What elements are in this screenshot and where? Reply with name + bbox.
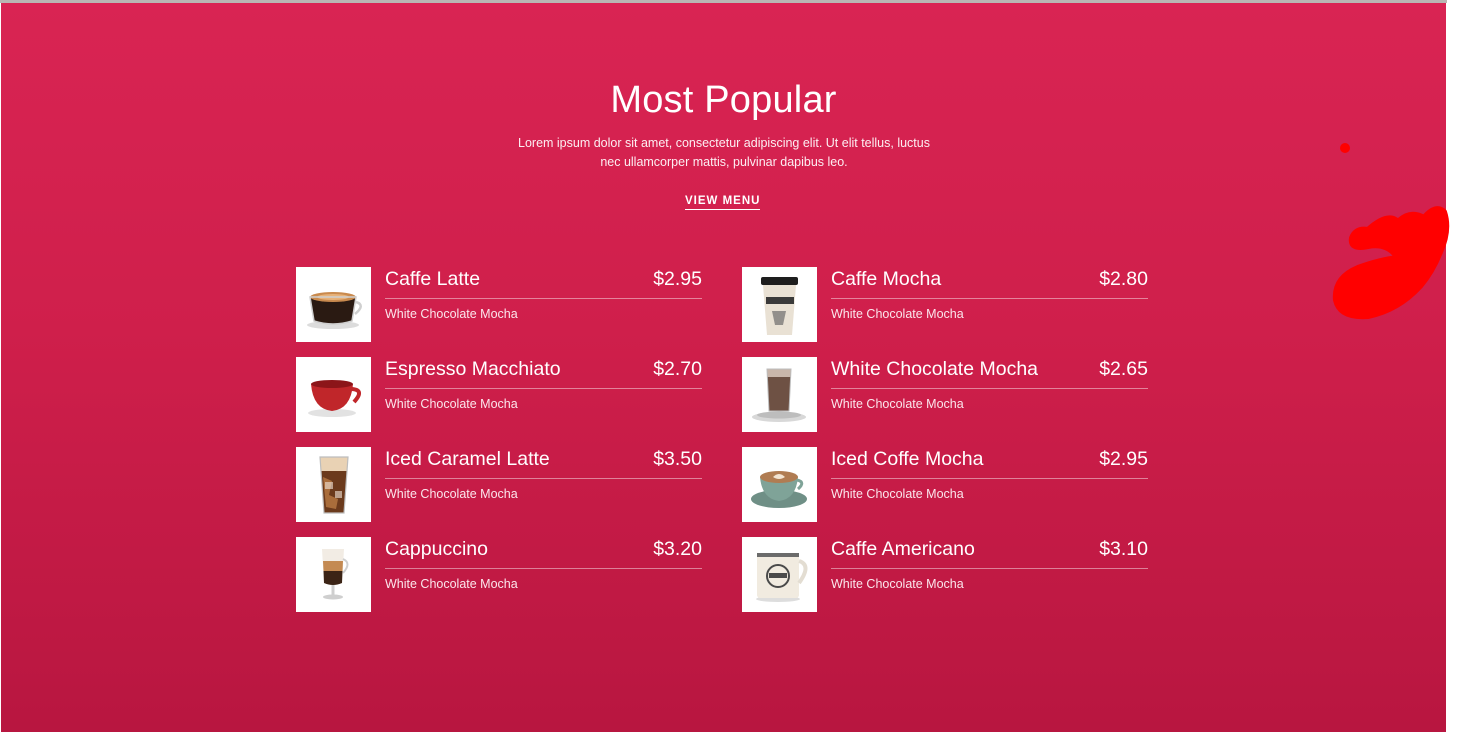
item-divider (831, 298, 1148, 299)
description-line-1: Lorem ipsum dolor sit amet, consectetur … (518, 136, 930, 150)
item-price: $2.95 (653, 268, 702, 290)
menu-item-caffe-latte[interactable]: Caffe Latte $2.95 White Chocolate Mocha (296, 267, 702, 342)
item-subtitle: White Chocolate Mocha (385, 397, 518, 411)
item-name: Caffe Mocha (831, 268, 942, 290)
view-menu-link[interactable]: VIEW MENU (685, 195, 761, 210)
item-name: Caffe Americano (831, 538, 975, 560)
menu-item-iced-caramel-latte[interactable]: Iced Caramel Latte $3.50 White Chocolate… (296, 447, 702, 522)
section-description: Lorem ipsum dolor sit amet, consectetur … (511, 134, 937, 172)
item-subtitle: White Chocolate Mocha (385, 307, 518, 321)
menu-item-cappuccino[interactable]: Cappuccino $3.20 White Chocolate Mocha (296, 537, 702, 612)
red-cup-icon (296, 357, 371, 432)
item-name: White Chocolate Mocha (831, 358, 1039, 380)
item-name: Caffe Latte (385, 268, 481, 290)
menu-item-caffe-americano[interactable]: Caffe Americano $3.10 White Chocolate Mo… (742, 537, 1148, 612)
section-title: Most Popular (610, 79, 837, 121)
item-subtitle: White Chocolate Mocha (831, 577, 964, 591)
glass-on-saucer-icon (742, 357, 817, 432)
item-price: $2.70 (653, 358, 702, 380)
iced-glass-icon (296, 447, 371, 522)
item-price: $2.80 (1099, 268, 1148, 290)
item-subtitle: White Chocolate Mocha (385, 487, 518, 501)
enamel-mug-icon (742, 537, 817, 612)
item-price: $2.65 (1099, 358, 1148, 380)
menu-item-espresso-macchiato[interactable]: Espresso Macchiato $2.70 White Chocolate… (296, 357, 702, 432)
item-subtitle: White Chocolate Mocha (831, 487, 964, 501)
item-divider (385, 478, 702, 479)
item-price: $3.50 (653, 448, 702, 470)
item-price: $2.95 (1099, 448, 1148, 470)
item-price: $3.10 (1099, 538, 1148, 560)
menu-item-caffe-mocha[interactable]: Caffe Mocha $2.80 White Chocolate Mocha (742, 267, 1148, 342)
most-popular-section: Most Popular Lorem ipsum dolor sit amet,… (1, 3, 1446, 732)
item-subtitle: White Chocolate Mocha (831, 307, 964, 321)
item-subtitle: White Chocolate Mocha (831, 397, 964, 411)
menu-item-white-chocolate-mocha[interactable]: White Chocolate Mocha $2.65 White Chocol… (742, 357, 1148, 432)
red-scribble-annotation (1332, 143, 1450, 320)
irish-coffee-glass-icon (296, 537, 371, 612)
item-name: Iced Coffe Mocha (831, 448, 984, 470)
takeaway-cup-icon (742, 267, 817, 342)
item-price: $3.20 (653, 538, 702, 560)
item-name: Espresso Macchiato (385, 358, 561, 380)
latte-art-cup-icon (742, 447, 817, 522)
item-divider (831, 388, 1148, 389)
item-divider (831, 568, 1148, 569)
menu-item-iced-coffe-mocha[interactable]: Iced Coffe Mocha $2.95 White Chocolate M… (742, 447, 1148, 522)
item-divider (385, 298, 702, 299)
description-line-2: nec ullamcorper mattis, pulvinar dapibus… (600, 155, 848, 169)
item-name: Cappuccino (385, 538, 488, 560)
item-name: Iced Caramel Latte (385, 448, 550, 470)
item-subtitle: White Chocolate Mocha (385, 577, 518, 591)
item-divider (831, 478, 1148, 479)
item-divider (385, 568, 702, 569)
item-divider (385, 388, 702, 389)
latte-glass-cup-icon (296, 267, 371, 342)
